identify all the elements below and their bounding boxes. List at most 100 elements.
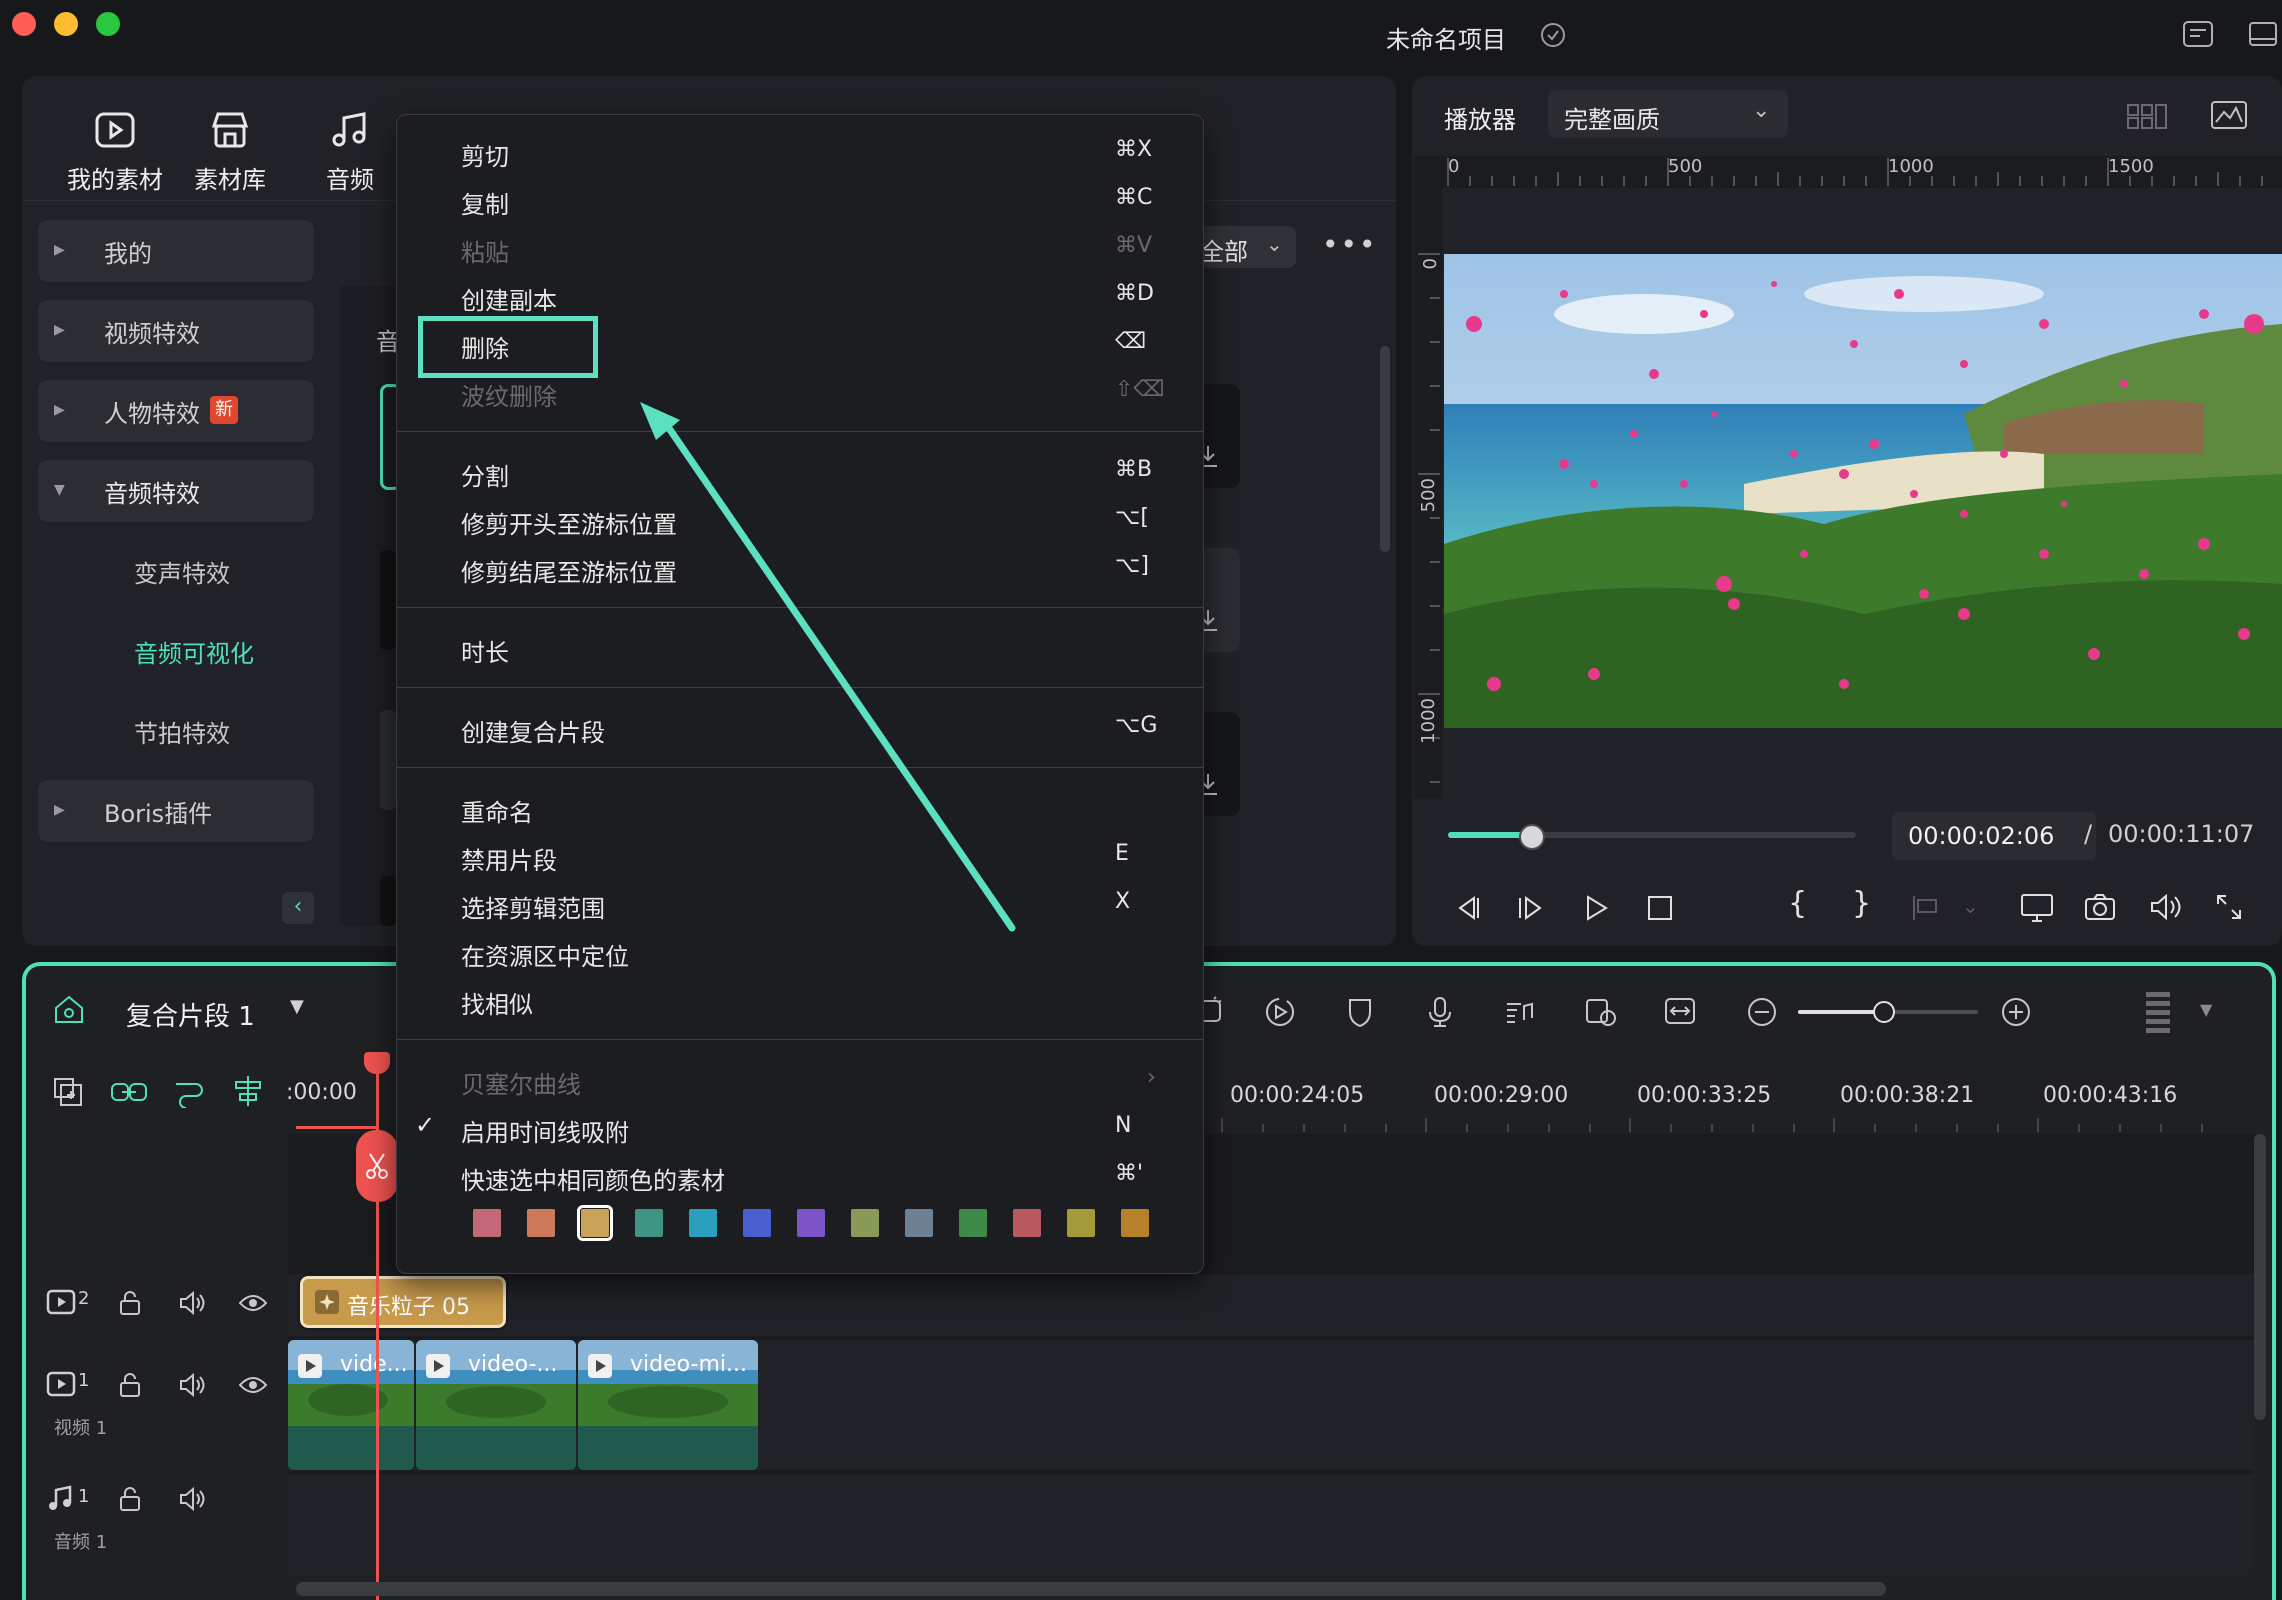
fullscreen-icon[interactable]	[2214, 892, 2244, 922]
track-options-dropdown-icon[interactable]: ▼	[2200, 1000, 2212, 1019]
menu-item[interactable]: 找相似	[397, 977, 1203, 1025]
sidebar-item-boris[interactable]: ▶ Boris插件	[38, 780, 314, 842]
more-options-icon[interactable]: •••	[1322, 228, 1378, 261]
lock-icon[interactable]	[118, 1486, 142, 1512]
speaker-icon[interactable]	[178, 1486, 208, 1512]
link-clip-icon[interactable]	[110, 1078, 148, 1106]
color-swatch[interactable]	[473, 1209, 501, 1237]
sidebar-sub-beat-effects[interactable]: 节拍特效	[134, 714, 230, 749]
menu-item[interactable]: 复制 ⌘C	[397, 177, 1203, 225]
lock-icon[interactable]	[118, 1372, 142, 1398]
effect-clip[interactable]: 音乐粒子 05	[298, 1274, 508, 1330]
waveform-scope-icon[interactable]	[2210, 100, 2248, 130]
color-swatch[interactable]	[851, 1209, 879, 1237]
library-card-right[interactable]	[1200, 712, 1240, 816]
color-swatch[interactable]	[797, 1209, 825, 1237]
maximize-window-button[interactable]	[96, 12, 120, 36]
render-preview-icon[interactable]	[1584, 996, 1618, 1028]
color-swatch[interactable]	[905, 1209, 933, 1237]
collapse-sidebar-button[interactable]: ‹	[282, 892, 314, 924]
library-card-edge[interactable]	[380, 710, 396, 810]
menu-item[interactable]: 在资源区中定位	[397, 929, 1203, 977]
panel-toggle-icon[interactable]	[2248, 20, 2278, 50]
speaker-icon[interactable]	[178, 1372, 208, 1398]
volume-icon[interactable]	[2148, 892, 2182, 922]
split-scissor-button[interactable]	[356, 1130, 398, 1202]
sidebar-sub-audio-visualizer[interactable]: 音频可视化	[134, 634, 254, 669]
add-track-icon[interactable]	[52, 1076, 84, 1108]
mark-out-icon[interactable]: }	[1852, 886, 1871, 921]
previous-frame-icon[interactable]	[1452, 894, 1482, 922]
color-swatch[interactable]	[959, 1209, 987, 1237]
menu-item[interactable]: 重命名	[397, 785, 1203, 833]
color-swatch[interactable]	[635, 1209, 663, 1237]
preview-frame[interactable]	[1444, 254, 2282, 728]
next-frame-icon[interactable]	[1516, 894, 1546, 922]
grid-view-icon[interactable]	[2126, 102, 2168, 130]
color-swatch[interactable]	[1121, 1209, 1149, 1237]
cloud-saved-check-icon[interactable]	[1540, 22, 1566, 48]
tab-my-media[interactable]: 我的素材	[60, 110, 170, 195]
filter-dropdown[interactable]: 全部 ⌄	[1200, 226, 1296, 268]
zoom-slider[interactable]	[1798, 1001, 1978, 1023]
speed-icon[interactable]	[1264, 996, 1296, 1028]
menu-item[interactable]: 剪切 ⌘X	[397, 129, 1203, 177]
insert-clip-icon[interactable]	[1910, 894, 1940, 922]
align-center-icon[interactable]	[232, 1074, 264, 1108]
menu-item[interactable]: 修剪结尾至游标位置 ⌥]	[397, 545, 1203, 593]
library-card-right[interactable]	[1200, 548, 1240, 652]
microphone-icon[interactable]	[1426, 996, 1454, 1028]
timeline-title-dropdown-icon[interactable]: ▼	[290, 996, 304, 1017]
playback-progress-track[interactable]	[1448, 824, 1856, 850]
library-card-edge[interactable]	[380, 876, 396, 926]
layout-icon[interactable]	[2182, 20, 2216, 50]
menu-item[interactable]: 创建复合片段 ⌥G	[397, 705, 1203, 753]
zoom-in-icon[interactable]	[2000, 996, 2032, 1028]
track-height-icon[interactable]	[2144, 990, 2172, 1036]
menu-item[interactable]: 快速选中相同颜色的素材 ⌘'	[397, 1153, 1203, 1201]
eye-icon[interactable]	[238, 1292, 268, 1314]
stop-icon[interactable]	[1646, 894, 1674, 922]
chevron-down-icon[interactable]: ⌄	[1962, 894, 1979, 918]
shield-mask-icon[interactable]	[1346, 996, 1374, 1028]
color-swatch[interactable]	[527, 1209, 555, 1237]
sidebar-item-mine[interactable]: ▶ 我的	[38, 220, 314, 282]
sidebar-sub-voice-changer[interactable]: 变声特效	[134, 554, 230, 589]
timeline-v-scrollbar[interactable]	[2254, 1134, 2266, 1420]
snapshot-camera-icon[interactable]	[2084, 892, 2116, 922]
menu-item[interactable]: 分割 ⌘B	[397, 449, 1203, 497]
sidebar-item-people-effects[interactable]: ▶ 人物特效 新	[38, 380, 314, 442]
color-swatch[interactable]	[577, 1205, 613, 1241]
library-scrollbar[interactable]	[1380, 346, 1390, 552]
close-window-button[interactable]	[12, 12, 36, 36]
playhead-handle[interactable]	[364, 1052, 390, 1074]
menu-item[interactable]: 禁用片段 E	[397, 833, 1203, 881]
menu-item[interactable]: 时长	[397, 625, 1203, 673]
play-icon[interactable]	[1582, 894, 1610, 922]
menu-item[interactable]: 选择剪辑范围 X	[397, 881, 1203, 929]
magnet-snap-icon[interactable]	[172, 1076, 204, 1108]
sidebar-item-audio-effects[interactable]: ▼ 音频特效	[38, 460, 314, 522]
timeline-h-scrollbar[interactable]	[296, 1582, 1886, 1596]
playback-progress-handle[interactable]	[1518, 824, 1545, 850]
menu-item[interactable]: 修剪开头至游标位置 ⌥[	[397, 497, 1203, 545]
lock-icon[interactable]	[118, 1290, 142, 1316]
audio-beat-icon[interactable]	[1504, 996, 1536, 1028]
quality-dropdown[interactable]: 完整画质 ⌄	[1548, 90, 1788, 138]
fit-timeline-icon[interactable]	[1664, 996, 1696, 1026]
current-time-field[interactable]: 00:00:02:06	[1892, 812, 2096, 860]
speaker-icon[interactable]	[178, 1290, 208, 1316]
display-output-icon[interactable]	[2020, 892, 2054, 924]
menu-item[interactable]: ✓ 启用时间线吸附 N	[397, 1105, 1203, 1153]
zoom-out-icon[interactable]	[1746, 996, 1778, 1028]
tab-audio[interactable]: 音频	[300, 110, 400, 195]
video-clip[interactable]: video-...	[416, 1340, 576, 1470]
color-swatch[interactable]	[689, 1209, 717, 1237]
sidebar-item-video-effects[interactable]: ▶ 视频特效	[38, 300, 314, 362]
home-icon[interactable]	[52, 994, 86, 1026]
color-swatch[interactable]	[743, 1209, 771, 1237]
menu-item[interactable]: 创建副本 ⌘D	[397, 273, 1203, 321]
minimize-window-button[interactable]	[54, 12, 78, 36]
color-swatch[interactable]	[1013, 1209, 1041, 1237]
eye-icon[interactable]	[238, 1374, 268, 1396]
